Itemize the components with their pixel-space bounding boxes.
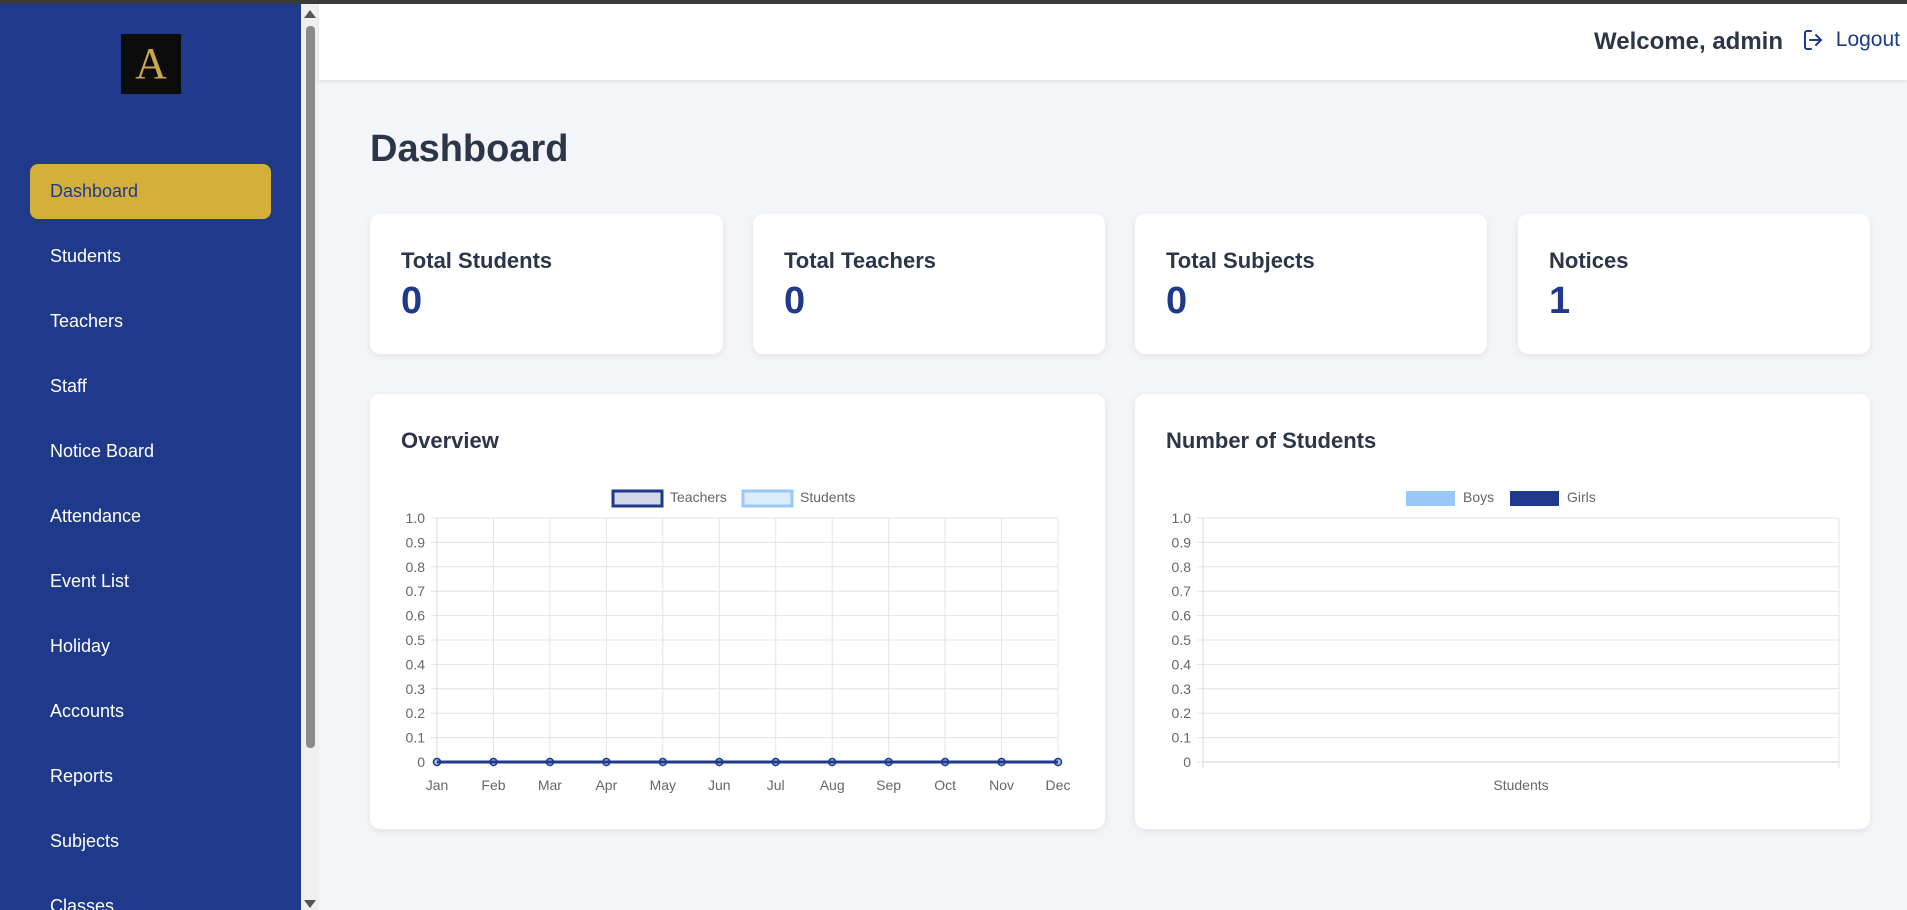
sidebar-item-reports[interactable]: Reports — [30, 749, 271, 804]
legend-label: Teachers — [670, 489, 727, 505]
legend-label: Girls — [1567, 489, 1596, 505]
stat-value: 0 — [1166, 280, 1188, 322]
data-point — [771, 757, 780, 767]
page-title: Dashboard — [370, 128, 569, 170]
scroll-down-arrow-icon[interactable] — [304, 900, 316, 908]
y-tick-label: 0.3 — [406, 681, 426, 697]
y-tick-label: 0 — [1183, 754, 1191, 770]
data-point — [884, 757, 893, 767]
logout-label: Logout — [1835, 28, 1900, 51]
y-tick-label: 0.9 — [1172, 534, 1192, 550]
y-tick-label: 0.1 — [1172, 730, 1192, 746]
x-tick-label: Sep — [876, 777, 901, 793]
y-tick-label: 0.4 — [1172, 656, 1192, 672]
x-tick-label: Feb — [481, 777, 505, 793]
sidebar-item-dashboard[interactable]: Dashboard — [30, 164, 271, 219]
x-tick-label: Oct — [934, 777, 956, 793]
scroll-thumb[interactable] — [306, 26, 315, 748]
students-bar-chart: 0 0.1 0.2 0.3 0.4 0.5 0.6 0.7 0.8 0.9 1.0 Students B… — [1172, 489, 1840, 793]
stat-label: Total Subjects — [1166, 248, 1315, 273]
legend-swatch — [1510, 491, 1559, 506]
stat-value: 0 — [784, 280, 806, 322]
stat-value: 1 — [1549, 280, 1571, 322]
y-tick-label: 0.5 — [406, 632, 426, 648]
logo-letter: A — [135, 39, 167, 88]
stat-label: Notices — [1549, 248, 1629, 273]
y-tick-label: 0.2 — [1172, 705, 1192, 721]
legend-swatch — [1406, 491, 1455, 506]
sidebar: A Dashboard Students Teachers Staff Noti… — [0, 4, 301, 910]
legend-label: Students — [800, 489, 855, 505]
y-tick-label: 0.7 — [1172, 583, 1192, 599]
legend-label: Boys — [1463, 489, 1494, 505]
sidebar-scrollbar[interactable] — [301, 4, 319, 910]
y-tick-label: 0.1 — [406, 730, 426, 746]
data-point — [827, 757, 837, 767]
data-point — [940, 757, 950, 767]
y-tick-label: 0.3 — [1172, 681, 1192, 697]
window-top-border — [0, 0, 1907, 4]
x-tick-label: Apr — [595, 777, 617, 793]
sidebar-item-staff[interactable]: Staff — [30, 359, 271, 414]
stat-label: Total Teachers — [784, 248, 937, 273]
sidebar-nav: Dashboard Students Teachers Staff Notice… — [30, 164, 271, 910]
y-tick-label: 0.6 — [1172, 608, 1192, 624]
students-chart-card: Number of Students 0 0.1 0.2 0.3 0.4 0.5 0.6 0.… — [1135, 394, 1870, 829]
overview-line-chart: 0 0.1 0.2 0.3 0.4 0.5 0.6 0.7 0.8 0.9 1.0 Jan Feb Mar… — [406, 489, 1071, 793]
stat-card-total-subjects: Total Subjects 0 — [1135, 214, 1487, 354]
y-tick-label: 1.0 — [1172, 510, 1192, 526]
legend-swatch — [611, 489, 664, 508]
stat-card-total-students: Total Students 0 — [370, 214, 723, 354]
y-tick-label: 0.7 — [406, 583, 426, 599]
y-tick-label: 0.5 — [1172, 632, 1192, 648]
x-tick-label: Mar — [538, 777, 562, 793]
legend-swatch — [741, 489, 794, 508]
sidebar-item-attendance[interactable]: Attendance — [30, 489, 271, 544]
sidebar-item-holiday[interactable]: Holiday — [30, 619, 271, 674]
sidebar-item-teachers[interactable]: Teachers — [30, 294, 271, 349]
data-point — [997, 757, 1006, 767]
x-tick-label: Nov — [989, 777, 1014, 793]
stat-card-notices: Notices 1 — [1518, 214, 1870, 354]
data-point — [545, 757, 555, 767]
data-point — [658, 757, 668, 767]
welcome-text: Welcome, admin — [1594, 28, 1783, 55]
sidebar-item-subjects[interactable]: Subjects — [30, 814, 271, 869]
sidebar-item-event-list[interactable]: Event List — [30, 554, 271, 609]
sidebar-item-accounts[interactable]: Accounts — [30, 684, 271, 739]
sidebar-item-classes[interactable]: Classes — [30, 879, 271, 910]
data-point — [1053, 757, 1063, 767]
x-tick-label: Students — [1493, 777, 1548, 793]
logout-button[interactable]: Logout — [1802, 28, 1900, 52]
top-header: Welcome, admin Logout — [319, 4, 1907, 80]
sidebar-item-notice-board[interactable]: Notice Board — [30, 424, 271, 479]
x-tick-label: Dec — [1046, 777, 1071, 793]
data-point — [715, 757, 724, 767]
school-logo[interactable]: A — [121, 34, 181, 94]
y-tick-label: 0.8 — [406, 559, 426, 575]
scroll-up-arrow-icon[interactable] — [304, 10, 316, 18]
stat-card-total-teachers: Total Teachers 0 — [753, 214, 1105, 354]
data-point — [489, 757, 498, 767]
y-tick-label: 0.4 — [406, 656, 426, 672]
stat-value: 0 — [401, 280, 423, 322]
logout-icon — [1803, 30, 1822, 50]
overview-chart-card: Overview 0 0.1 0.2 0.3 0.4 0.5 0.6 0.7 0.8 0.9 1.0… — [370, 394, 1105, 829]
stat-label: Total Students — [401, 248, 553, 273]
x-tick-label: Jul — [767, 777, 785, 793]
y-tick-label: 0.6 — [406, 608, 426, 624]
y-tick-label: 0.2 — [406, 705, 426, 721]
data-point — [602, 757, 611, 767]
y-tick-label: 0.8 — [1172, 559, 1192, 575]
x-tick-label: Aug — [820, 777, 845, 793]
x-tick-label: Jun — [708, 777, 731, 793]
y-tick-label: 0 — [417, 754, 425, 770]
x-tick-label: May — [650, 777, 676, 793]
y-tick-label: 0.9 — [406, 534, 426, 550]
sidebar-item-students[interactable]: Students — [30, 229, 271, 284]
y-tick-label: 1.0 — [406, 510, 426, 526]
data-point — [432, 757, 442, 767]
x-tick-label: Jan — [426, 777, 449, 793]
